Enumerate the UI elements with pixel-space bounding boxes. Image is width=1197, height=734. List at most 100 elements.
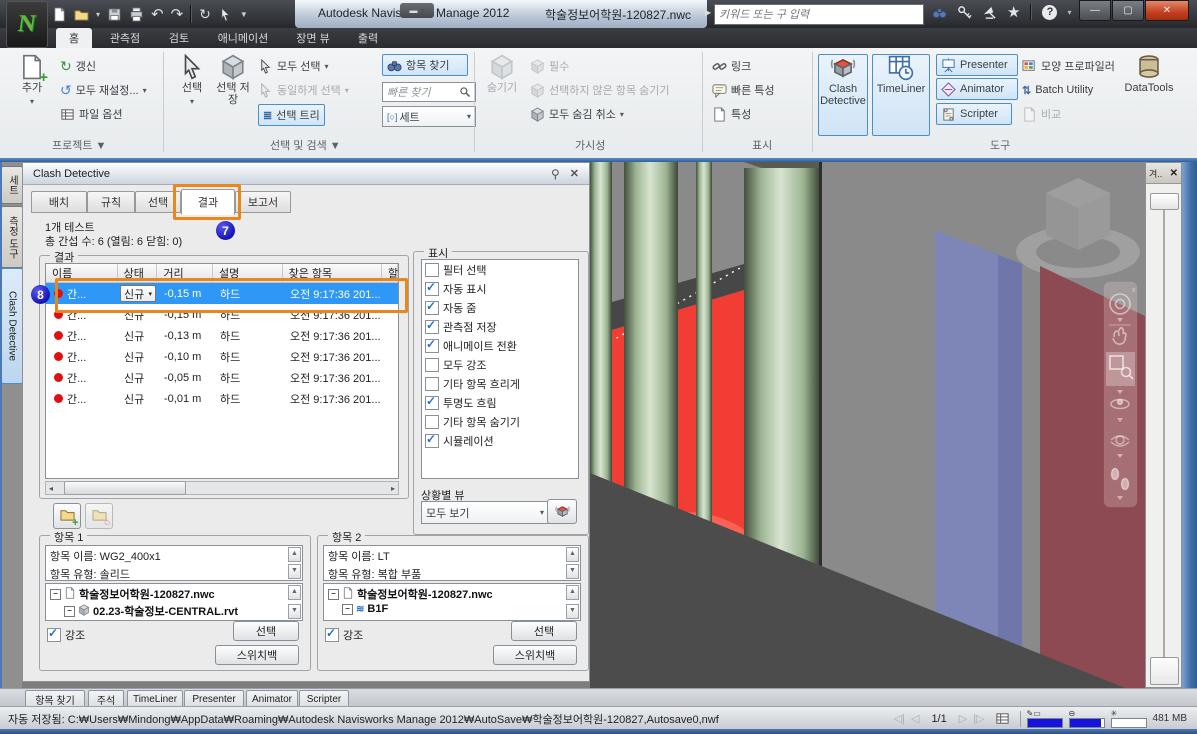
viewport-3d-scene[interactable]: x: [590, 162, 1145, 688]
select-same-button[interactable]: 동일하게 선택▾: [258, 80, 349, 100]
clash-detective-button[interactable]: Clash Detective: [818, 54, 868, 136]
undo-icon[interactable]: ↶: [151, 5, 164, 23]
scroll-left-icon[interactable]: ◂: [46, 484, 56, 493]
display-option-checkbox[interactable]: [425, 263, 439, 277]
add-button[interactable]: + 추가▾: [12, 54, 52, 134]
quick-find-box[interactable]: 빠른 찾기: [382, 82, 476, 102]
clash-tab-1[interactable]: 배치: [31, 191, 87, 213]
search-binoculars-icon[interactable]: [932, 5, 947, 20]
display-option-checkbox[interactable]: [425, 339, 439, 353]
ribbon-tab-1[interactable]: 홈: [56, 28, 92, 48]
display-option-checkbox[interactable]: [425, 320, 439, 334]
ribbon-tab-6[interactable]: 출력: [346, 28, 390, 48]
save-icon[interactable]: [107, 7, 122, 22]
dock-tab-3[interactable]: Clash Detective: [1, 268, 23, 384]
display-option-checkbox[interactable]: [425, 301, 439, 315]
timeliner-button[interactable]: TimeLiner: [872, 54, 930, 136]
display-option-checkbox[interactable]: [425, 377, 439, 391]
selection-tree-button[interactable]: ≣선택 트리: [258, 104, 325, 126]
item1-tree-root[interactable]: 학술정보어학원-120827.nwc: [79, 586, 215, 602]
first-sheet-icon[interactable]: ◁|: [894, 712, 905, 725]
open-dropdown-icon[interactable]: ▾: [96, 10, 100, 19]
display-option-checkbox[interactable]: [425, 282, 439, 296]
ribbon-minimize-button[interactable]: ▬▾: [400, 3, 434, 18]
results-hscrollbar[interactable]: ◂ ▸: [45, 481, 399, 495]
walk-footsteps-icon[interactable]: [1112, 469, 1119, 480]
file-options-button[interactable]: 파일 옵션: [60, 104, 123, 124]
navigation-bar[interactable]: x: [1104, 282, 1137, 507]
table-row[interactable]: 간...신규-0,13 m하드오전 9:17:36 201...: [46, 325, 398, 346]
help-dropdown-icon[interactable]: ▾: [1067, 8, 1071, 17]
prev-sheet-icon[interactable]: ◁: [911, 712, 919, 725]
clash-tab-5[interactable]: 보고서: [235, 191, 291, 213]
tree-collapse-icon[interactable]: −: [328, 589, 339, 600]
clash-tab-2[interactable]: 규칙: [87, 191, 135, 213]
help-icon[interactable]: ?: [1042, 5, 1057, 20]
item1-highlight-checkbox[interactable]: [47, 628, 61, 642]
maximize-button[interactable]: ▢: [1112, 0, 1144, 21]
presenter-button[interactable]: Presenter: [936, 54, 1018, 76]
reset-all-button[interactable]: ↺모두 재설정... ▾: [60, 80, 147, 100]
context-view-cube-button[interactable]: [547, 499, 577, 524]
refresh-button[interactable]: ↻갱신: [60, 56, 96, 76]
toolbar-customize-icon[interactable]: ▼: [240, 10, 248, 19]
compare-button[interactable]: 비교: [1022, 104, 1061, 124]
appearance-profiler-button[interactable]: 모양 프로파일러: [1022, 56, 1115, 76]
group-label-project[interactable]: 프로젝트 ▼: [52, 137, 106, 153]
context-view-dropdown[interactable]: 모두 보기▾: [421, 501, 549, 524]
item2-tree-scroll[interactable]: ▲▼: [566, 585, 579, 619]
display-option-checkbox[interactable]: [425, 358, 439, 372]
new-file-icon[interactable]: [52, 7, 67, 22]
pin-icon[interactable]: ⚲: [551, 167, 560, 181]
quick-properties-button[interactable]: 빠른 특성: [712, 80, 775, 100]
find-items-button[interactable]: 항목 찾기: [382, 54, 468, 76]
key-icon[interactable]: [957, 5, 972, 20]
next-sheet-icon[interactable]: ▷: [959, 712, 967, 725]
ribbon-tab-3[interactable]: 검토: [158, 28, 200, 48]
redo-icon[interactable]: ↷: [171, 5, 184, 23]
print-icon[interactable]: [129, 7, 144, 22]
display-option-checkbox[interactable]: [425, 396, 439, 410]
scrollbar-thumb[interactable]: [64, 481, 186, 495]
dock-tab-1[interactable]: 세트: [1, 166, 23, 204]
navbar-close-icon[interactable]: x: [1132, 287, 1136, 294]
unhide-all-button[interactable]: 모두 숨김 취소▾: [530, 104, 624, 124]
slider-end-button[interactable]: [1150, 657, 1179, 685]
search-input[interactable]: [715, 5, 923, 24]
tree-collapse-icon[interactable]: −: [50, 589, 61, 600]
slider-handle[interactable]: [1150, 193, 1179, 210]
tree-collapse-icon[interactable]: −: [342, 604, 353, 615]
tree-collapse-icon[interactable]: −: [64, 606, 75, 617]
item1-tree-scroll[interactable]: ▲▼: [288, 585, 301, 619]
item2-info-scroll[interactable]: ▲▼: [566, 547, 579, 579]
item2-highlight-checkbox[interactable]: [325, 628, 339, 642]
select-button[interactable]: 선택▾: [172, 54, 212, 134]
item1-info-scroll[interactable]: ▲▼: [288, 547, 301, 579]
select-all-button[interactable]: 모두 선택▾: [258, 56, 329, 76]
new-folder-button[interactable]: +: [53, 503, 81, 529]
minimize-button[interactable]: —: [1079, 0, 1111, 21]
datatools-button[interactable]: DataTools: [1118, 54, 1180, 134]
open-file-icon[interactable]: [74, 7, 89, 22]
ribbon-tab-2[interactable]: 관측점: [98, 28, 152, 48]
ribbon-tab-5[interactable]: 장면 뷰: [286, 28, 340, 48]
application-menu-button[interactable]: N: [6, 1, 48, 48]
sheet-browser-icon[interactable]: [995, 711, 1010, 726]
links-button[interactable]: 링크: [712, 56, 751, 76]
animator-button[interactable]: Animator: [936, 78, 1018, 100]
ribbon-tab-4[interactable]: 애니메이션: [206, 28, 280, 48]
last-sheet-icon[interactable]: |▷: [973, 712, 984, 725]
item2-tree-root[interactable]: 학술정보어학원-120827.nwc: [357, 586, 493, 602]
close-icon[interactable]: ✕: [570, 167, 579, 181]
display-option-checkbox[interactable]: [425, 434, 439, 448]
refresh-icon[interactable]: ↻: [199, 6, 211, 23]
group-label-tools[interactable]: 도구: [990, 137, 1010, 153]
group-label-display[interactable]: 표시: [752, 137, 772, 153]
close-button[interactable]: ✕: [1145, 0, 1189, 21]
save-selection-button[interactable]: 선택 저장: [214, 54, 252, 134]
item2-select-button[interactable]: 선택: [511, 621, 577, 641]
hide-button[interactable]: 숨기기: [482, 54, 522, 134]
communication-center-icon[interactable]: [982, 5, 997, 20]
table-row[interactable]: 간...신규-0,01 m하드오전 9:17:36 201...: [46, 388, 398, 409]
scripter-button[interactable]: Scripter: [936, 103, 1012, 125]
